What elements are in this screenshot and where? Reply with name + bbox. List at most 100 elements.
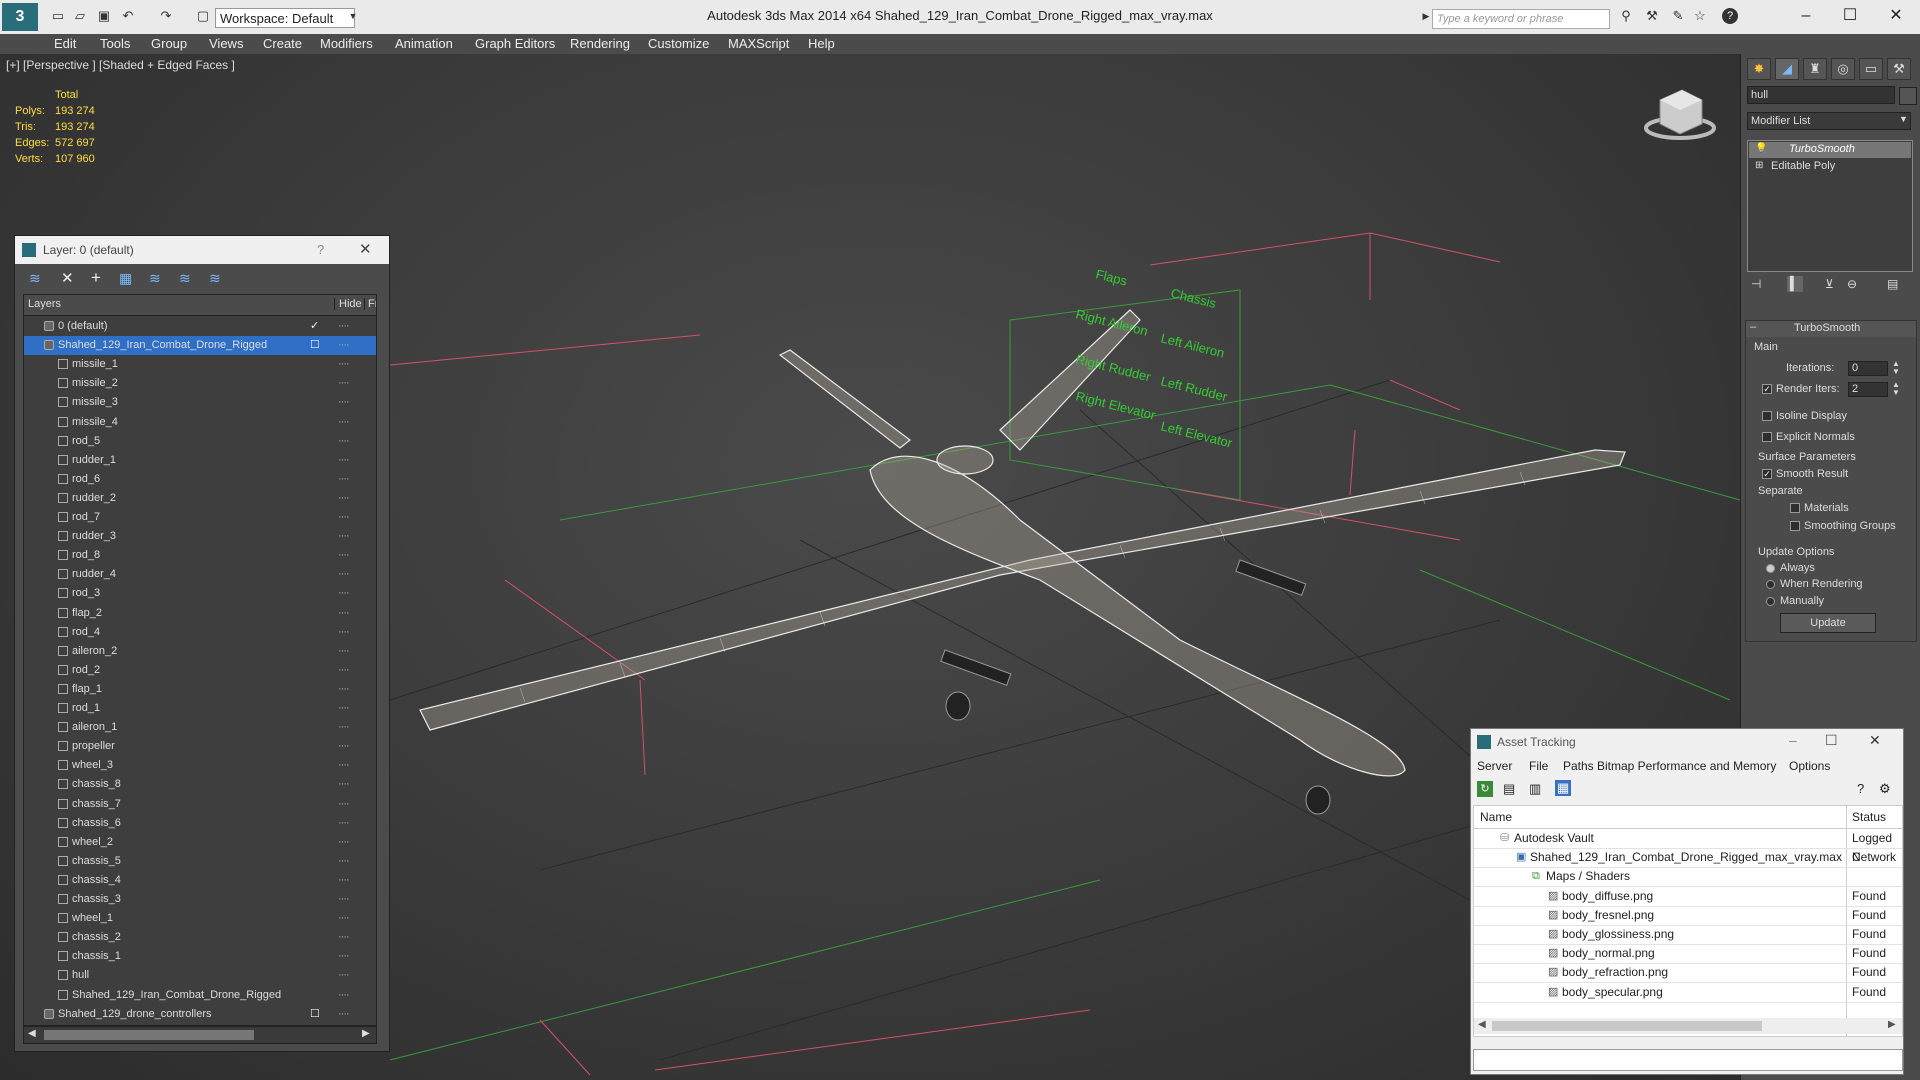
subscription-icon[interactable]: ⚒	[1644, 8, 1660, 24]
hide-toggle-icon[interactable]: ····	[338, 775, 350, 794]
asset-scroll-right-icon[interactable]: ▶	[1888, 1019, 1896, 1030]
asset-row[interactable]: ▨ body_normal.png Found	[1474, 944, 1902, 965]
layer-row[interactable]: rod_3 ····	[24, 584, 376, 603]
hide-toggle-icon[interactable]: ····	[338, 374, 350, 393]
menu-graph-editors[interactable]: Graph Editors	[475, 36, 555, 51]
col-name[interactable]: Name	[1480, 810, 1512, 824]
make-active-icon[interactable]: ☐	[310, 1005, 320, 1024]
lightbulb-icon[interactable]: 💡	[1755, 143, 1767, 154]
layer-row[interactable]: chassis_2 ····	[24, 928, 376, 947]
hide-toggle-icon[interactable]: ····	[338, 986, 350, 1005]
layer-row[interactable]: rod_2 ····	[24, 661, 376, 680]
create-tab-icon[interactable]: ✸	[1747, 58, 1771, 80]
hide-toggle-icon[interactable]: ····	[338, 413, 350, 432]
select-objects-icon[interactable]: ▦	[119, 270, 132, 287]
hide-toggle-icon[interactable]: ····	[338, 527, 350, 546]
communication-icon[interactable]: ✎	[1670, 8, 1686, 24]
hide-toggle-icon[interactable]: ····	[338, 909, 350, 928]
layer-row[interactable]: propeller ····	[24, 737, 376, 756]
asset-scroll-left-icon[interactable]: ◀	[1478, 1019, 1486, 1030]
close-icon[interactable]: ✕	[1876, 4, 1916, 28]
active-layer-check-icon[interactable]: ✓	[310, 317, 319, 336]
maximize-icon[interactable]: ☐	[1830, 4, 1870, 28]
stack-item-turbosmooth[interactable]: 💡 TurboSmooth	[1749, 142, 1911, 158]
layer-row[interactable]: rudder_1 ····	[24, 451, 376, 470]
layer-row[interactable]: chassis_5 ····	[24, 852, 376, 871]
freeze-all-icon[interactable]: ≋	[209, 270, 221, 287]
asset-maximize-icon[interactable]: ☐	[1825, 732, 1838, 749]
expand-plus-icon[interactable]: ⊞	[1755, 160, 1763, 171]
asset-menu-options[interactable]: Options	[1789, 759, 1830, 773]
asset-menu-paths[interactable]: Paths	[1563, 759, 1594, 773]
materials-checkbox[interactable]	[1790, 503, 1800, 513]
menu-group[interactable]: Group	[151, 36, 187, 51]
render-iters-checkbox[interactable]: ✓	[1762, 384, 1772, 394]
menu-create[interactable]: Create	[263, 36, 302, 51]
hide-toggle-icon[interactable]: ····	[338, 604, 350, 623]
layer-row[interactable]: rod_1 ····	[24, 699, 376, 718]
modifier-list-arrow-icon[interactable]: ▼	[1899, 114, 1908, 124]
rig-label-left-aileron[interactable]: Left Aileron	[1159, 330, 1226, 360]
asset-row[interactable]: ▨ body_specular.png Found	[1474, 983, 1902, 1003]
hide-toggle-icon[interactable]: ····	[338, 336, 350, 355]
layer-row[interactable]: rod_7 ····	[24, 508, 376, 527]
hide-toggle-icon[interactable]: ····	[338, 795, 350, 814]
asset-menu-server[interactable]: Server	[1477, 759, 1512, 773]
when-rendering-radio[interactable]	[1766, 580, 1775, 589]
layer-row[interactable]: missile_1 ····	[24, 355, 376, 374]
layer-row[interactable]: missile_3 ····	[24, 393, 376, 412]
layer-row[interactable]: missile_2 ····	[24, 374, 376, 393]
layer-row[interactable]: 0 (default) ✓ ····	[24, 317, 376, 336]
menu-rendering[interactable]: Rendering	[570, 36, 630, 51]
asset-minimize-icon[interactable]: –	[1789, 732, 1797, 748]
asset-hscrollbar[interactable]: ◀ ▶	[1474, 1018, 1902, 1034]
asset-row[interactable]: ▨ body_refraction.png Found	[1474, 963, 1902, 984]
rig-label-right-elevator[interactable]: Right Elevator	[1074, 388, 1158, 422]
pin-stack-icon[interactable]: ⊣	[1751, 277, 1761, 291]
col-layers[interactable]: Layers	[28, 298, 61, 310]
menu-help[interactable]: Help	[808, 36, 835, 51]
hide-toggle-icon[interactable]: ····	[338, 546, 350, 565]
show-end-result-icon[interactable]: ▍	[1787, 276, 1803, 292]
hide-toggle-icon[interactable]: ····	[338, 508, 350, 527]
col-status[interactable]: Status	[1852, 810, 1886, 824]
asset-table[interactable]: Name Status ⛁ Autodesk Vault Logged C ▣ Shah…	[1473, 805, 1903, 1037]
asset-row[interactable]: ▨ body_diffuse.png Found	[1474, 887, 1902, 907]
iterations-spinner[interactable]: 0	[1848, 361, 1888, 376]
motion-tab-icon[interactable]: ◎	[1831, 58, 1855, 80]
manually-radio[interactable]	[1766, 597, 1775, 606]
utilities-tab-icon[interactable]: ⚒	[1887, 58, 1911, 80]
layer-row[interactable]: rudder_4 ····	[24, 565, 376, 584]
scroll-right-icon[interactable]: ▶	[362, 1028, 370, 1039]
hide-toggle-icon[interactable]: ····	[338, 642, 350, 661]
layer-window-titlebar[interactable]: Layer: 0 (default) ? ✕	[15, 236, 389, 264]
make-active-icon[interactable]: ☐	[310, 336, 320, 355]
layer-row[interactable]: wheel_1 ····	[24, 909, 376, 928]
asset-row[interactable]: ▣ Shahed_129_Iran_Combat_Drone_Rigged_max…	[1474, 848, 1902, 869]
make-unique-icon[interactable]: ⊻	[1825, 277, 1834, 291]
render-iters-spinner[interactable]: 2	[1848, 382, 1888, 397]
add-to-layer-icon[interactable]: +	[91, 268, 101, 288]
layer-row[interactable]: rod_6 ····	[24, 470, 376, 489]
layer-tree[interactable]: Layers Hide Fr 0 (default)✓····Shahed_12…	[23, 294, 377, 1026]
viewport-label[interactable]: [+] [Perspective ] [Shaded + Edged Faces…	[6, 58, 235, 72]
hide-toggle-icon[interactable]: ····	[338, 718, 350, 737]
layer-row[interactable]: Shahed_129_Iran_Combat_Drone_Rigged ····	[24, 986, 376, 1005]
object-color-swatch[interactable]	[1899, 87, 1917, 105]
layer-row[interactable]: aileron_1 ····	[24, 718, 376, 737]
layer-row[interactable]: rod_4 ····	[24, 623, 376, 642]
configure-sets-icon[interactable]: ▤	[1887, 277, 1898, 291]
viewcube-icon[interactable]	[1644, 89, 1716, 140]
refresh-icon[interactable]: ↻	[1477, 781, 1493, 797]
table-view-icon[interactable]: ▦	[1555, 780, 1572, 796]
layer-row[interactable]: chassis_3 ····	[24, 890, 376, 909]
layer-row[interactable]: missile_4 ····	[24, 413, 376, 432]
hide-toggle-icon[interactable]: ····	[338, 890, 350, 909]
object-name-input[interactable]: hull	[1747, 86, 1895, 104]
hide-toggle-icon[interactable]: ····	[338, 833, 350, 852]
rig-label-left-elevator[interactable]: Left Elevator	[1159, 418, 1234, 450]
minimize-icon[interactable]: –	[1786, 4, 1826, 28]
layer-row[interactable]: flap_1 ····	[24, 680, 376, 699]
hide-toggle-icon[interactable]: ····	[338, 814, 350, 833]
hide-toggle-icon[interactable]: ····	[338, 928, 350, 947]
